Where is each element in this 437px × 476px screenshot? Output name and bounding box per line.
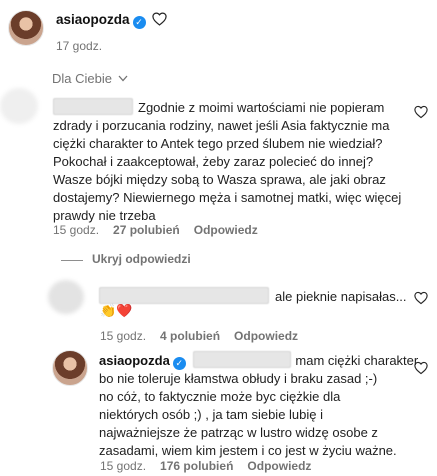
comment-line: Zgodnie z moimi wartościami nie popieram [138,100,385,115]
post-author-username[interactable]: asiaopozda [56,12,130,27]
reply-likes[interactable]: 4 polubień [160,329,220,343]
reply-line: zasadami, wiem kim jestem i co jest w ży… [99,443,397,458]
reply-meta: 15 godz. 4 polubień Odpowiedz [100,329,312,343]
redacted-username [193,351,292,368]
comment-body: Zgodnie z moimi wartościami nie popieram… [53,98,403,225]
comment-line: Pokochał i zaakceptował, żeby zaraz pole… [53,154,374,169]
redacted-username [53,98,133,115]
reply-time: 15 godz. [100,329,147,343]
reply-line: najważniejsze że patrząc w lustro widzę … [99,425,378,440]
author-reply-meta: 15 godz. 176 polubień Odpowiedz [100,459,325,473]
comment-line: dostajemy? Niewiernego męża i samotnej m… [53,190,402,205]
heart-icon[interactable] [152,12,167,26]
post-author-avatar[interactable] [8,10,44,46]
verified-badge-icon: ✓ [172,357,186,370]
comment-line: Wasze bójki między sobą to Wasza sprawa,… [53,172,386,187]
redacted-username [99,287,269,304]
post-author-line: asiaopozda ✓ [56,12,167,29]
like-heart-icon[interactable] [414,105,428,119]
comment-filter[interactable]: Dla Ciebie [52,71,128,86]
reply-button[interactable]: Odpowiedz [194,223,258,237]
reply-line: mam ciężki charakter [295,353,419,368]
reply-time: 15 godz. [100,459,147,473]
comment-line: zdrady i porzucania rodziny, nawet jeśli… [53,118,390,133]
reply-button[interactable]: Odpowiedz [247,459,311,473]
reply-author-username[interactable]: asiaopozda [99,353,170,368]
post-time: 17 godz. [56,39,103,53]
comment-avatar-blurred[interactable] [0,88,38,124]
author-reply-body: asiaopozda ✓ mam ciężki charakter bo nie … [99,351,418,460]
chevron-down-icon [118,75,128,82]
comment-line: ciężki charakter to Antek tego przed ślu… [53,136,383,151]
reply-line: niektórych osób ;) , ja tam siebie lubię… [99,407,323,422]
author-reply-avatar[interactable] [52,350,88,386]
reply-likes[interactable]: 176 polubień [160,459,233,473]
reply-line: no cóż, to faktycznie może byc ciężkie d… [99,389,341,404]
verified-badge-icon: ✓ [132,16,146,29]
comment-filter-label: Dla Ciebie [52,71,112,86]
reply-button[interactable]: Odpowiedz [234,329,298,343]
reply-avatar-blurred[interactable] [48,280,84,314]
reply-body: ale pieknie napisałas... [99,287,407,306]
comment: Zgodnie z moimi wartościami nie popieram… [53,98,403,225]
comment-likes[interactable]: 27 polubień [113,223,180,237]
comment-meta: 15 godz. 27 polubień Odpowiedz [53,223,272,237]
like-heart-icon[interactable] [414,291,428,305]
reply-text: ale pieknie napisałas... [275,289,407,304]
divider [61,260,83,261]
comment-time: 15 godz. [53,223,100,237]
hide-replies-button[interactable]: Ukryj odpowiedzi [92,252,191,266]
like-heart-icon[interactable] [414,361,428,375]
reply-emoji: 👏❤️ [100,303,133,318]
reply-line: bo nie toleruje kłamstwa obłudy i braku … [99,371,378,386]
